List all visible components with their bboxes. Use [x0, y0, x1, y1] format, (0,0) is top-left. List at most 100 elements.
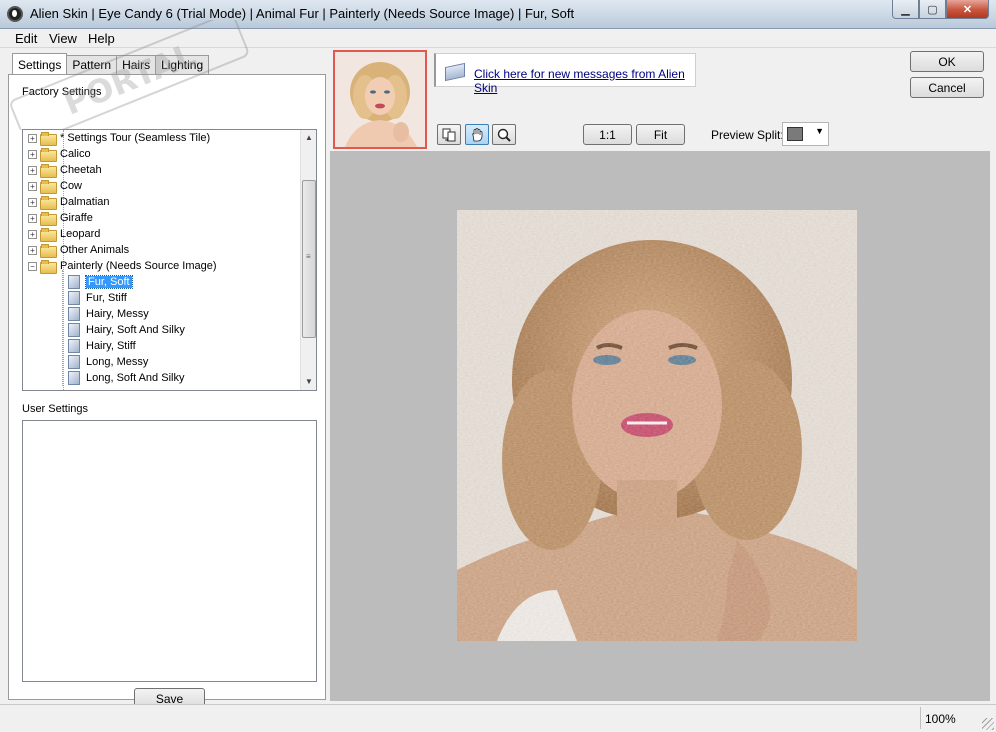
tab-pattern[interactable]: Pattern [66, 55, 118, 74]
tree-line [62, 270, 63, 386]
expand-icon[interactable]: + [28, 165, 37, 175]
menu-edit[interactable]: Edit [15, 31, 37, 46]
user-settings-list[interactable] [22, 420, 317, 682]
folder-icon [40, 164, 57, 178]
tab-strip: Settings Pattern Hairs Lighting [12, 53, 210, 75]
hand-pan-icon[interactable] [465, 124, 489, 145]
preset-icon [68, 275, 80, 289]
tree-item[interactable]: + Leopard [28, 226, 100, 242]
tree-item[interactable]: + Other Animals [28, 242, 129, 258]
close-button[interactable]: ✕ [946, 0, 989, 19]
preset-icon [68, 291, 80, 305]
tree-item[interactable]: − Painterly (Needs Source Image) [28, 258, 217, 274]
preset-icon [68, 323, 80, 337]
tree-item[interactable]: + Giraffe [28, 210, 93, 226]
tree-item-label: Leopard [60, 228, 101, 240]
preview-split-label: Preview Split:: [711, 128, 788, 142]
tree-item[interactable]: + Cow [28, 178, 82, 194]
resize-grip[interactable] [982, 718, 994, 730]
folder-icon [40, 180, 57, 194]
zoom-magnifier-icon[interactable] [492, 124, 516, 145]
folder-icon [40, 244, 57, 258]
expand-icon[interactable]: + [28, 213, 37, 223]
status-bar: 100% [0, 704, 996, 732]
expand-icon[interactable]: + [28, 133, 37, 143]
preview-canvas[interactable] [330, 151, 990, 701]
tree-item-label: * Settings Tour (Seamless Tile) [60, 132, 211, 144]
folder-icon [40, 132, 57, 146]
zoom-1to1-button[interactable]: 1:1 [583, 124, 632, 145]
tree-item-label: Fur, Soft [85, 275, 133, 289]
tree-preset-item[interactable]: Hairy, Stiff [68, 338, 136, 354]
settings-panel: Settings Pattern Hairs Lighting Factory … [8, 50, 326, 709]
app-logo-icon [7, 6, 23, 22]
tree-item-label: Hairy, Messy [86, 308, 149, 320]
expand-icon[interactable]: + [28, 245, 37, 255]
tree-preset-item[interactable]: Fur, Stiff [68, 290, 127, 306]
tree-item-label: Painterly (Needs Source Image) [60, 260, 217, 272]
tree-item-label: Hairy, Stiff [86, 340, 136, 352]
scroll-thumb[interactable]: ≡ [302, 180, 316, 338]
tree-item[interactable]: + Cheetah [28, 162, 102, 178]
tree-preset-item[interactable]: Hairy, Messy [68, 306, 149, 322]
tree-preset-item[interactable]: Hairy, Soft And Silky [68, 322, 185, 338]
cancel-button[interactable]: Cancel [910, 77, 984, 98]
menu-view[interactable]: View [49, 31, 77, 46]
maximize-button[interactable]: ▢ [919, 0, 946, 19]
split-swatch [787, 127, 803, 141]
folder-icon [40, 148, 57, 162]
scroll-down-icon[interactable]: ▼ [301, 374, 316, 390]
expand-icon[interactable]: + [28, 181, 37, 191]
tree-item-label: Long, Soft And Silky [86, 372, 185, 384]
tree-item[interactable]: + Calico [28, 146, 91, 162]
collapse-icon[interactable]: − [28, 261, 37, 271]
tab-lighting[interactable]: Lighting [155, 55, 210, 74]
tree-item-label: Calico [60, 148, 91, 160]
factory-settings-tree[interactable]: + * Settings Tour (Seamless Tile) + Cali… [22, 129, 317, 391]
tree-preset-item[interactable]: Long, Messy [68, 354, 148, 370]
source-thumbnail[interactable] [333, 50, 427, 149]
message-envelope-icon [445, 62, 465, 82]
fur-preview-image [457, 210, 857, 641]
tree-preset-item[interactable]: Long, Soft And Silky [68, 370, 184, 386]
tree-item[interactable]: + * Settings Tour (Seamless Tile) [28, 130, 210, 146]
minimize-button[interactable]: ▁ [892, 0, 919, 19]
swap-icon[interactable] [437, 124, 461, 145]
tree-preset-item[interactable]: Fur, Soft [68, 274, 133, 290]
preview-split-dropdown[interactable]: ▼ [782, 122, 829, 146]
preset-icon [68, 307, 80, 321]
tree-item[interactable]: + Dalmatian [28, 194, 110, 210]
menu-help[interactable]: Help [88, 31, 115, 46]
factory-settings-label: Factory Settings [22, 86, 102, 98]
grip-icon: ≡ [306, 252, 311, 261]
portrait-thumbnail-image [335, 52, 425, 147]
folder-icon [40, 196, 57, 210]
window-controls: ▁ ▢ ✕ [892, 0, 989, 20]
expand-icon[interactable]: + [28, 229, 37, 239]
tab-settings[interactable]: Settings [12, 53, 68, 74]
zoom-level: 100% [925, 712, 956, 726]
tree-item-label: Long, Messy [86, 356, 149, 368]
tree-item-label: Dalmatian [60, 196, 110, 208]
ok-button[interactable]: OK [910, 51, 984, 72]
tree-item-label: Other Animals [60, 244, 130, 256]
preset-icon [68, 355, 80, 369]
tree-scrollbar[interactable]: ▲ ≡ ▼ [300, 130, 316, 390]
messages-link[interactable]: Click here for new messages from Alien S… [474, 67, 695, 95]
tree-item-label: Giraffe [60, 212, 93, 224]
tree-item-label: Cheetah [60, 164, 102, 176]
folder-icon [40, 212, 57, 226]
title-bar: Alien Skin | Eye Candy 6 (Trial Mode) | … [0, 0, 996, 29]
status-divider [920, 707, 921, 729]
expand-icon[interactable]: + [28, 197, 37, 207]
tab-hairs[interactable]: Hairs [116, 55, 157, 74]
window-title: Alien Skin | Eye Candy 6 (Trial Mode) | … [30, 6, 575, 21]
message-banner[interactable]: Click here for new messages from Alien S… [434, 53, 696, 95]
scroll-up-icon[interactable]: ▲ [301, 130, 316, 146]
tree-item-label: Cow [60, 180, 83, 192]
tab-content: Factory Settings + * Settings Tour (Seam… [8, 74, 326, 709]
expand-icon[interactable]: + [28, 149, 37, 159]
folder-open-icon [40, 260, 57, 274]
fit-button[interactable]: Fit [636, 124, 685, 145]
preset-icon [68, 339, 80, 353]
